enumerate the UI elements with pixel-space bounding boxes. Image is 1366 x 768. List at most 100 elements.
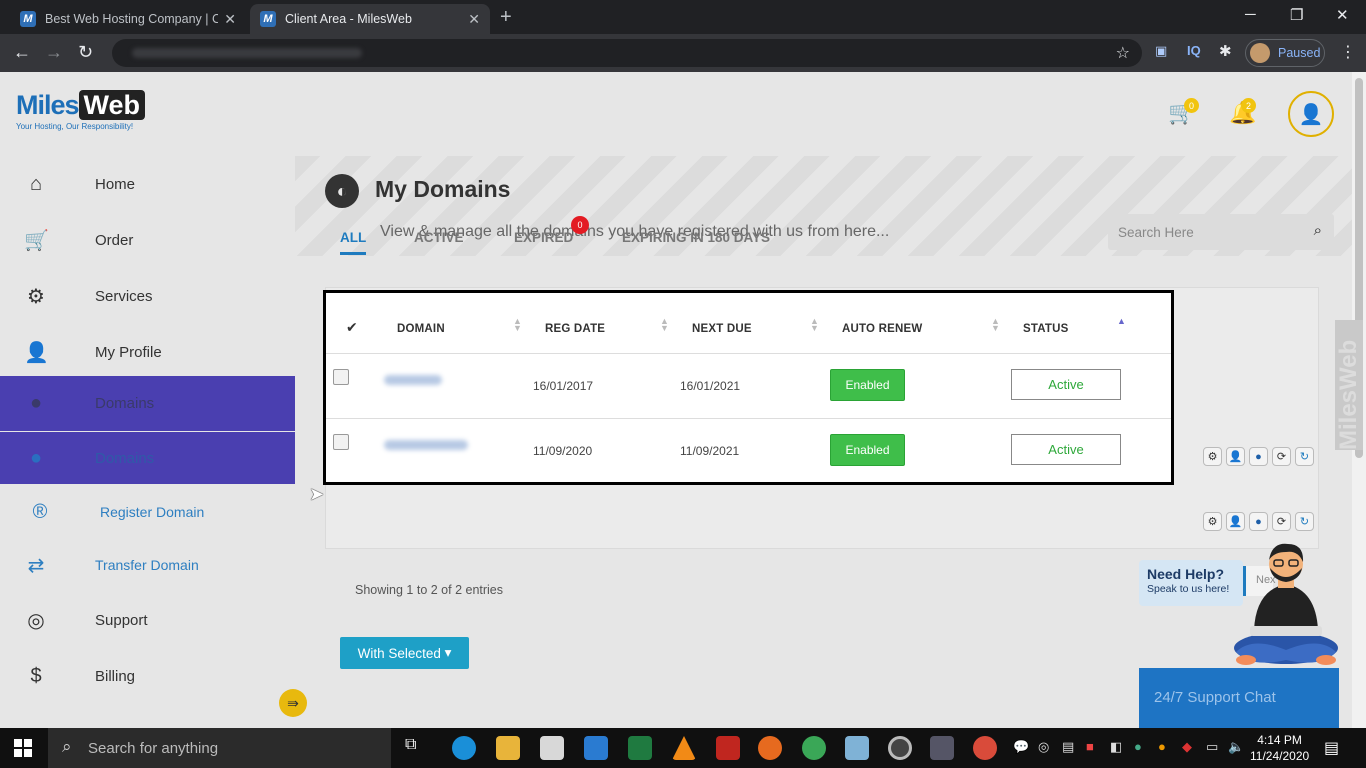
need-help-bubble[interactable]: Need Help? Speak to us here! [1139,560,1243,606]
tab-title: Best Web Hosting Company | Ch [45,12,219,26]
close-tab-icon[interactable]: ✕ [224,11,236,28]
extensions-puzzle-icon[interactable]: ✱ [1219,42,1232,60]
column-header-domain[interactable]: DOMAIN [397,323,445,335]
sidebar-item-home[interactable]: ⌂ Home [0,156,295,212]
filezilla-icon[interactable] [716,736,740,760]
taskbar-search-text: Search for anything [88,740,219,757]
status-badge: Active [1011,369,1121,400]
browser-tab[interactable]: M Best Web Hosting Company | Ch ✕ [10,4,246,34]
search-icon[interactable]: ⌕ [1314,222,1322,239]
tab-expired[interactable]: EXPIRED [514,230,573,245]
chrome-icon[interactable] [973,736,997,760]
row-checkbox[interactable] [333,434,349,450]
chrome-icon[interactable] [802,736,826,760]
column-header-reg-date[interactable]: REG DATE [545,323,605,335]
app-icon[interactable] [845,736,869,760]
iq-extension-icon[interactable]: IQ [1187,43,1201,58]
file-explorer-icon[interactable] [496,736,520,760]
volume-tray-icon[interactable]: 🔈 [1228,739,1244,755]
sidebar-item-domains[interactable]: ● Domains [0,376,295,431]
with-selected-button[interactable]: With Selected ▾ [340,637,469,669]
renew-icon[interactable]: ⟳ [1272,512,1291,531]
sync-icon[interactable]: ↻ [1295,447,1314,466]
minimize-icon[interactable]: ─ [1245,6,1256,23]
dns-globe-icon[interactable]: ● [1249,447,1268,466]
domain-name-blurred[interactable] [384,375,442,385]
column-header-auto-renew[interactable]: AUTO RENEW [842,323,922,335]
record-tray-icon[interactable]: ■ [1086,739,1094,754]
sort-icon[interactable]: ▲ ▼ [991,317,1000,333]
excel-icon[interactable] [628,736,652,760]
sort-icon[interactable]: ▲ ▼ [660,317,669,333]
select-all-check-icon[interactable]: ✔ [346,319,358,336]
firefox-icon[interactable] [758,736,782,760]
sidebar-item-order[interactable]: 🛒 Order [0,212,295,268]
taskbar-search[interactable]: ⌕ Search for anything [48,728,391,768]
sidebar-item-label: Home [95,175,136,193]
domain-name-blurred[interactable] [384,440,468,450]
sidebar-collapse-button[interactable]: ⇛ [279,689,307,717]
dollar-icon: $ [30,664,42,687]
cast-icon[interactable]: ▣ [1155,43,1167,59]
chat-tray-icon[interactable]: 💬 [1013,739,1029,755]
notification-center-icon[interactable]: ▤ [1324,738,1339,758]
sidebar-item-my-profile[interactable]: 👤 My Profile [0,324,295,380]
profile-button[interactable]: Paused [1245,39,1325,67]
browser-menu-icon[interactable]: ⋮ [1340,42,1356,62]
bookmark-star-icon[interactable]: ☆ [1116,43,1130,63]
dns-globe-icon[interactable]: ● [1249,512,1268,531]
store-icon[interactable] [540,736,564,760]
chrome-tray-icon[interactable]: ● [1134,739,1142,754]
tab-all[interactable]: ALL [340,230,367,255]
tab-expiring-180-days[interactable]: EXPIRING IN 180 DAYS [622,230,770,245]
app-tray-icon[interactable]: ● [1158,739,1166,754]
browser-tab-active[interactable]: M Client Area - MilesWeb ✕ [250,4,490,34]
sidebar-item-support[interactable]: ◎ Support [0,592,295,648]
search-input[interactable] [1118,222,1298,242]
sort-asc-icon[interactable]: ▲ [1117,317,1126,326]
account-avatar-button[interactable]: 👤 [1288,91,1334,137]
tab-active[interactable]: ACTIVE [414,230,464,245]
new-tab-icon[interactable]: + [500,6,512,29]
vlc-icon[interactable] [672,736,696,760]
milesweb-logo[interactable]: Miles Web Your Hosting, Our Responsibilit… [16,90,146,131]
camera-tray-icon[interactable]: ◎ [1038,739,1049,755]
support-chat-bar[interactable]: 24/7 Support Chat [1139,668,1339,728]
column-header-next-due[interactable]: NEXT DUE [692,323,752,335]
sort-icon[interactable]: ▲ ▼ [810,317,819,333]
sidebar-subitem-register-domain[interactable]: ® Register Domain [0,484,295,540]
sync-icon[interactable]: ↻ [1295,512,1314,531]
milesweb-favicon: M [260,11,276,27]
app-icon[interactable] [930,736,954,760]
task-view-icon[interactable]: ⧉ [405,736,429,760]
sidebar-item-billing[interactable]: $ Billing [0,648,295,704]
edge-icon[interactable] [452,736,476,760]
close-tab-icon[interactable]: ✕ [468,11,480,28]
security-tray-icon[interactable]: ◆ [1182,739,1192,755]
sidebar-subitem-transfer-domain[interactable]: ⇄ Transfer Domain [0,537,295,593]
sidebar-subitem-domains[interactable]: ● Domains [0,432,295,484]
contacts-icon[interactable]: 👤 [1226,512,1245,531]
address-bar[interactable]: ☆ [112,39,1142,67]
sidebar-item-services[interactable]: ⚙ Services [0,268,295,324]
window-close-icon[interactable]: ✕ [1336,6,1349,24]
settings-icon[interactable]: ⚙ [1203,447,1222,466]
renew-icon[interactable]: ⟳ [1272,447,1291,466]
media-icon[interactable] [888,736,912,760]
row-checkbox[interactable] [333,369,349,385]
mail-icon[interactable] [584,736,608,760]
restore-icon[interactable]: ❐ [1290,6,1303,24]
settings-icon[interactable]: ⚙ [1203,512,1222,531]
reload-icon[interactable]: ↻ [78,42,93,63]
forward-icon[interactable]: → [45,42,63,63]
network-tray-icon[interactable]: ▤ [1062,739,1074,755]
back-icon[interactable]: ← [13,42,31,63]
windows-start-icon[interactable] [14,739,32,757]
contacts-icon[interactable]: 👤 [1226,447,1245,466]
monitor-tray-icon[interactable]: ▭ [1206,739,1218,755]
column-header-status[interactable]: STATUS [1023,323,1069,335]
taskbar-clock[interactable]: 4:14 PM 11/24/2020 [1250,732,1309,764]
support-agent-illustration[interactable] [1232,540,1340,672]
sort-icon[interactable]: ▲ ▼ [513,317,522,333]
app-tray-icon[interactable]: ◧ [1110,739,1122,755]
